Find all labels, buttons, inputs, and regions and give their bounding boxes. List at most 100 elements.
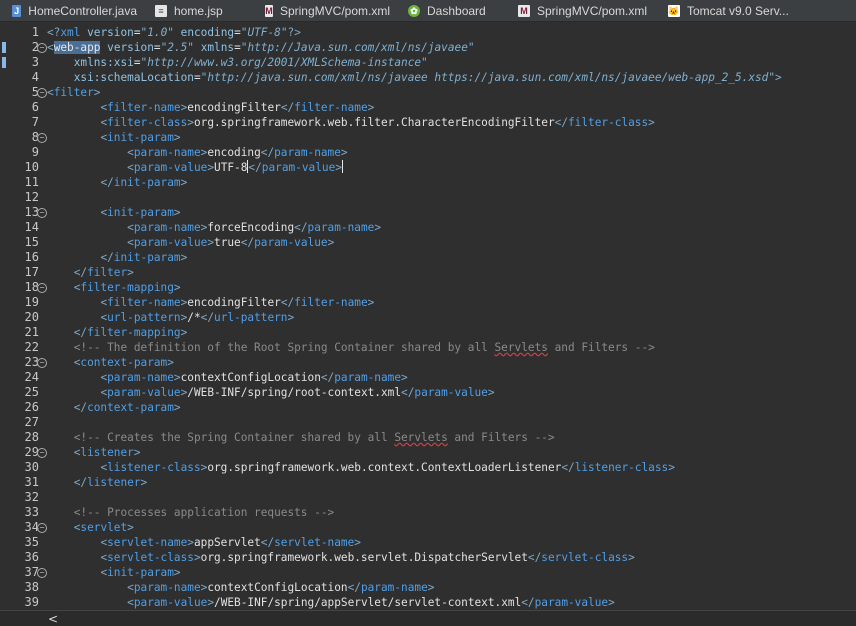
collapse-fold-icon[interactable]: − bbox=[37, 133, 47, 143]
collapse-fold-icon[interactable]: − bbox=[37, 88, 47, 98]
spelling-warning-word: Servlets bbox=[394, 431, 448, 444]
code-line[interactable]: xsi:schemaLocation="http://java.sun.com/… bbox=[47, 70, 856, 85]
horizontal-scrollbar[interactable]: < bbox=[0, 610, 856, 626]
editor-tab[interactable]: M SpringMVC/pom.xml bbox=[506, 0, 656, 21]
code-token: = bbox=[133, 56, 141, 69]
code-token: </ bbox=[73, 326, 88, 339]
collapse-fold-icon[interactable]: − bbox=[37, 448, 47, 458]
gutter-line: 19 bbox=[0, 295, 47, 310]
code-line[interactable]: <param-value>/WEB-INF/spring/appServlet/… bbox=[47, 595, 856, 610]
code-line[interactable]: <filter-name>encodingFilter</filter-name… bbox=[47, 295, 856, 310]
code-line[interactable]: <init-param> bbox=[47, 565, 856, 580]
code-line[interactable]: <param-value>/WEB-INF/spring/root-contex… bbox=[47, 385, 856, 400]
maven-file-icon: M bbox=[265, 4, 273, 17]
code-line[interactable]: </filter-mapping> bbox=[47, 325, 856, 340]
collapse-fold-icon[interactable]: − bbox=[37, 358, 47, 368]
code-token: </ bbox=[294, 221, 308, 234]
code-token: > bbox=[207, 236, 215, 249]
code-line[interactable]: xmlns:xsi="http://www.w3.org/2001/XMLSch… bbox=[47, 55, 856, 70]
code-line[interactable]: <!-- The definition of the Root Spring C… bbox=[47, 340, 856, 355]
code-token: </ bbox=[527, 551, 542, 564]
code-token: "http://www.w3.org/2001/XMLSchema-instan… bbox=[140, 56, 428, 69]
code-line[interactable]: <param-name>forceEncoding</param-name> bbox=[47, 220, 856, 235]
code-line[interactable]: <?xml version="1.0" encoding="UTF-8"?> bbox=[47, 25, 856, 40]
code-line[interactable]: <param-name>contextConfigLocation</param… bbox=[47, 370, 856, 385]
code-line[interactable]: </filter> bbox=[47, 265, 856, 280]
line-number: 24 bbox=[24, 370, 39, 384]
line-number: 38 bbox=[24, 580, 39, 594]
code-token: "1.0" bbox=[140, 26, 174, 39]
editor-tab[interactable]: J HomeController.java bbox=[0, 0, 143, 21]
code-line[interactable]: <servlet-class>org.springframework.web.s… bbox=[47, 550, 856, 565]
code-line[interactable] bbox=[47, 190, 856, 205]
code-line[interactable]: <filter-mapping> bbox=[47, 280, 856, 295]
code-line[interactable]: <filter-name>encodingFilter</filter-name… bbox=[47, 100, 856, 115]
code-line[interactable]: <!-- Creates the Spring Container shared… bbox=[47, 430, 856, 445]
code-line[interactable]: </init-param> bbox=[47, 250, 856, 265]
code-token: "http://java.sun.com/xml/ns/javaee https… bbox=[200, 71, 776, 84]
code-token: > bbox=[173, 566, 181, 579]
code-line[interactable] bbox=[47, 415, 856, 430]
text-cursor bbox=[341, 160, 343, 173]
code-line[interactable]: <url-pattern>/*</url-pattern> bbox=[47, 310, 856, 325]
code-line[interactable]: </init-param> bbox=[47, 175, 856, 190]
line-number: 30 bbox=[24, 460, 39, 474]
code-token: param-value bbox=[261, 161, 336, 174]
code-line[interactable]: <init-param> bbox=[47, 130, 856, 145]
editor-tab[interactable]: ✿ Dashboard bbox=[396, 0, 506, 21]
collapse-fold-icon[interactable]: − bbox=[37, 43, 47, 53]
gutter-line: 8− bbox=[0, 130, 47, 145]
collapse-fold-icon[interactable]: − bbox=[37, 283, 47, 293]
code-line[interactable]: <param-name>encoding</param-name> bbox=[47, 145, 856, 160]
code-token: param-name bbox=[133, 221, 201, 234]
code-token: filter-class bbox=[568, 116, 649, 129]
editor-tab[interactable]: 🐱 Tomcat v9.0 Serv... bbox=[656, 0, 796, 21]
code-line[interactable]: <param-name>contextConfigLocation</param… bbox=[47, 580, 856, 595]
code-token: <? bbox=[47, 26, 61, 39]
collapse-fold-icon[interactable]: − bbox=[37, 523, 47, 533]
code-token: /WEB-INF/spring/root-context.xml bbox=[187, 386, 402, 399]
code-line[interactable]: </listener> bbox=[47, 475, 856, 490]
gutter-line: 29− bbox=[0, 445, 47, 460]
code-line[interactable]: <param-value>UTF-8</param-value> bbox=[47, 160, 856, 175]
gutter-line: 13− bbox=[0, 205, 47, 220]
code-token: context-param bbox=[87, 401, 174, 414]
code-line[interactable]: <!-- Processes application requests --> bbox=[47, 505, 856, 520]
scroll-left-arrow-icon[interactable]: < bbox=[48, 612, 58, 626]
code-line[interactable]: </context-param> bbox=[47, 400, 856, 415]
code-line[interactable]: <init-param> bbox=[47, 205, 856, 220]
code-token: org.springframework.web.filter.Character… bbox=[193, 116, 555, 129]
code-line[interactable]: <filter-class>org.springframework.web.fi… bbox=[47, 115, 856, 130]
code-token: encodingFilter bbox=[187, 296, 281, 309]
code-token: param-value bbox=[254, 236, 328, 249]
editor-tab[interactable]: ≡ home.jsp bbox=[143, 0, 253, 21]
code-line[interactable]: <servlet-name>appServlet</servlet-name> bbox=[47, 535, 856, 550]
editor-tab[interactable]: M SpringMVC/pom.xml bbox=[253, 0, 396, 21]
code-line[interactable]: <context-param> bbox=[47, 355, 856, 370]
gutter-line: 28 bbox=[0, 430, 47, 445]
collapse-fold-icon[interactable]: − bbox=[37, 568, 47, 578]
code-line[interactable]: <param-value>true</param-value> bbox=[47, 235, 856, 250]
code-line[interactable]: <servlet> bbox=[47, 520, 856, 535]
gutter-line: 11 bbox=[0, 175, 47, 190]
code-token: "UTF-8" bbox=[240, 26, 288, 39]
code-line[interactable]: <filter> bbox=[47, 85, 856, 100]
code-token: > bbox=[173, 401, 181, 414]
code-editor[interactable]: <?xml version="1.0" encoding="UTF-8"?> <w… bbox=[47, 22, 856, 610]
code-token: filter-mapping bbox=[80, 281, 174, 294]
code-line[interactable]: <listener-class>org.springframework.web.… bbox=[47, 460, 856, 475]
gutter-line: 21 bbox=[0, 325, 47, 340]
code-line[interactable] bbox=[47, 490, 856, 505]
code-token: url-pattern bbox=[214, 311, 288, 324]
line-number: 17 bbox=[24, 265, 39, 279]
code-line[interactable]: <listener> bbox=[47, 445, 856, 460]
line-number: 36 bbox=[24, 550, 39, 564]
code-token: filter-name bbox=[107, 101, 181, 114]
code-line[interactable]: <web-app version="2.5" xmlns="http://Jav… bbox=[47, 40, 856, 55]
collapse-fold-icon[interactable]: − bbox=[37, 208, 47, 218]
editor-tab-label: Tomcat v9.0 Serv... bbox=[687, 3, 789, 18]
